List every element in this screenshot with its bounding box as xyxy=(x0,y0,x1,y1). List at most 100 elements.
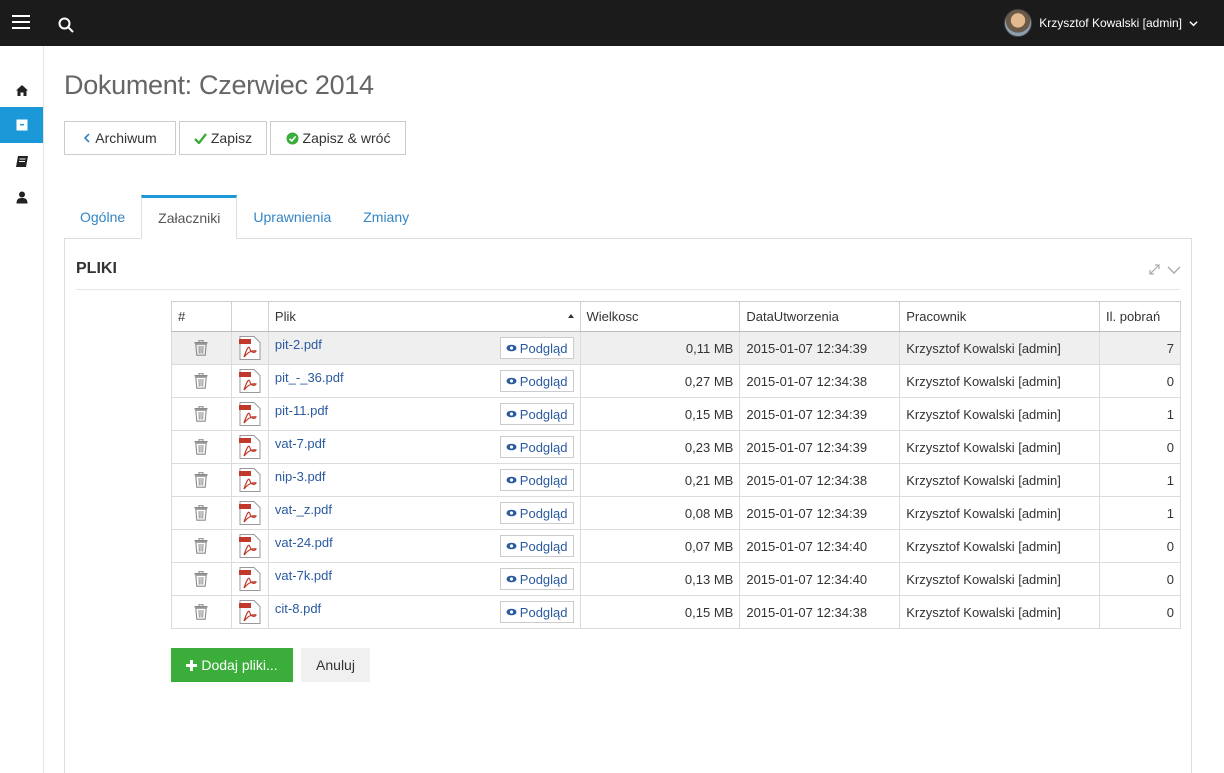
file-link[interactable]: nip-3.pdf xyxy=(275,469,326,484)
save-and-back-button[interactable]: Zapisz & wróć xyxy=(270,121,406,155)
file-type-cell xyxy=(230,463,269,497)
check-icon xyxy=(194,132,207,144)
trash-icon[interactable] xyxy=(194,604,208,621)
size-cell: 0,08 MB xyxy=(579,496,741,530)
preview-button[interactable]: Podgląd xyxy=(499,568,574,590)
downloads-cell: 1 xyxy=(1099,397,1181,431)
save-button[interactable]: Zapisz xyxy=(179,121,267,155)
preview-label: Podgląd xyxy=(519,604,568,620)
trash-icon[interactable] xyxy=(194,472,208,489)
table-row: vat-7k.pdf Podgląd 0,13 MB 2015-01-07 12:34… xyxy=(171,562,1181,596)
trash-icon[interactable] xyxy=(194,406,208,423)
tab-general[interactable]: Ogólne xyxy=(64,195,141,239)
preview-button[interactable]: Podgląd xyxy=(499,502,574,524)
search-icon[interactable] xyxy=(58,17,74,33)
tab-changes[interactable]: Zmiany xyxy=(347,195,425,239)
sidebar-item-documents[interactable] xyxy=(0,107,43,143)
downloads-cell: 0 xyxy=(1099,364,1181,398)
file-link[interactable]: vat-7k.pdf xyxy=(275,568,332,583)
table-row: pit-2.pdf Podgląd 0,11 MB 2015-01-07 12:34:… xyxy=(171,331,1181,365)
files-table: # Plik Wielkosc DataUtworzenia Pracownik… xyxy=(171,301,1181,629)
sidebar-item-users[interactable] xyxy=(0,179,43,215)
file-link[interactable]: vat-_z.pdf xyxy=(275,502,332,517)
sort-asc-icon xyxy=(567,314,574,318)
delete-cell xyxy=(171,463,232,497)
expand-icon[interactable] xyxy=(1148,263,1161,276)
file-type-cell xyxy=(230,364,269,398)
chevron-down-icon xyxy=(1189,20,1198,26)
eye-icon xyxy=(506,542,517,550)
eye-icon xyxy=(506,509,517,517)
preview-button[interactable]: Podgląd xyxy=(499,370,574,392)
panel-title: PLIKI xyxy=(76,260,117,277)
trash-icon[interactable] xyxy=(194,439,208,456)
col-header-file[interactable]: Plik xyxy=(267,301,581,332)
preview-label: Podgląd xyxy=(519,505,568,521)
sidebar-item-library[interactable] xyxy=(0,143,43,179)
created-cell: 2015-01-07 12:34:39 xyxy=(739,397,901,431)
trash-icon[interactable] xyxy=(194,505,208,522)
file-link[interactable]: cit-8.pdf xyxy=(275,601,321,616)
tab-permissions[interactable]: Uprawnienia xyxy=(237,195,347,239)
col-header-downloads[interactable]: Il. pobrań xyxy=(1099,301,1181,332)
size-cell: 0,15 MB xyxy=(579,595,741,629)
size-cell: 0,13 MB xyxy=(579,562,741,596)
user-icon xyxy=(16,191,27,203)
downloads-cell: 0 xyxy=(1099,595,1181,629)
col-header-employee[interactable]: Pracownik xyxy=(899,301,1100,332)
archive-back-label: Archiwum xyxy=(95,130,157,146)
delete-cell xyxy=(171,331,232,365)
sidebar-item-home[interactable] xyxy=(0,72,43,108)
add-files-label: Dodaj pliki... xyxy=(201,657,278,673)
file-cell: pit-11.pdf Podgląd xyxy=(267,397,581,431)
preview-button[interactable]: Podgląd xyxy=(499,535,574,557)
table-row: vat-7.pdf Podgląd 0,23 MB 2015-01-07 12:34:… xyxy=(171,430,1181,464)
preview-button[interactable]: Podgląd xyxy=(499,601,574,623)
preview-button[interactable]: Podgląd xyxy=(499,469,574,491)
created-cell: 2015-01-07 12:34:39 xyxy=(739,496,901,530)
created-cell: 2015-01-07 12:34:38 xyxy=(739,595,901,629)
add-files-button[interactable]: Dodaj pliki... xyxy=(171,648,293,682)
created-cell: 2015-01-07 12:34:39 xyxy=(739,430,901,464)
file-cell: vat-24.pdf Podgląd xyxy=(267,529,581,563)
eye-icon xyxy=(506,410,517,418)
created-cell: 2015-01-07 12:34:38 xyxy=(739,463,901,497)
avatar xyxy=(1004,9,1033,37)
file-cell: vat-7.pdf Podgląd xyxy=(267,430,581,464)
preview-button[interactable]: Podgląd xyxy=(499,403,574,425)
file-link[interactable]: pit_-_36.pdf xyxy=(275,370,344,385)
preview-label: Podgląd xyxy=(519,406,568,422)
eye-icon xyxy=(506,608,517,616)
created-cell: 2015-01-07 12:34:40 xyxy=(739,529,901,563)
eye-icon xyxy=(506,443,517,451)
user-menu[interactable]: Krzysztof Kowalski [admin] xyxy=(1004,9,1198,37)
hamburger-icon[interactable] xyxy=(12,15,30,29)
eye-icon xyxy=(506,575,517,583)
col-header-size[interactable]: Wielkosc xyxy=(579,301,741,332)
cancel-button[interactable]: Anuluj xyxy=(301,648,370,682)
file-link[interactable]: pit-2.pdf xyxy=(275,337,322,352)
file-link[interactable]: vat-7.pdf xyxy=(275,436,326,451)
trash-icon[interactable] xyxy=(194,571,208,588)
preview-button[interactable]: Podgląd xyxy=(499,337,574,359)
left-sidebar xyxy=(0,46,44,773)
col-header-created[interactable]: DataUtworzenia xyxy=(739,301,901,332)
file-type-cell xyxy=(230,496,269,530)
file-cell: pit_-_36.pdf Podgląd xyxy=(267,364,581,398)
file-link[interactable]: vat-24.pdf xyxy=(275,535,333,550)
eye-icon xyxy=(506,377,517,385)
plus-icon xyxy=(186,659,198,671)
tab-attachments[interactable]: Załaczniki xyxy=(141,195,238,239)
archive-back-button[interactable]: Archiwum xyxy=(64,121,176,155)
eye-icon xyxy=(506,476,517,484)
pdf-file-icon xyxy=(238,369,261,393)
chevron-down-icon[interactable] xyxy=(1167,263,1181,276)
preview-button[interactable]: Podgląd xyxy=(499,436,574,458)
delete-cell xyxy=(171,364,232,398)
file-link[interactable]: pit-11.pdf xyxy=(275,403,328,418)
trash-icon[interactable] xyxy=(194,538,208,555)
file-type-cell xyxy=(230,595,269,629)
trash-icon[interactable] xyxy=(194,340,208,357)
trash-icon[interactable] xyxy=(194,373,208,390)
size-cell: 0,07 MB xyxy=(579,529,741,563)
